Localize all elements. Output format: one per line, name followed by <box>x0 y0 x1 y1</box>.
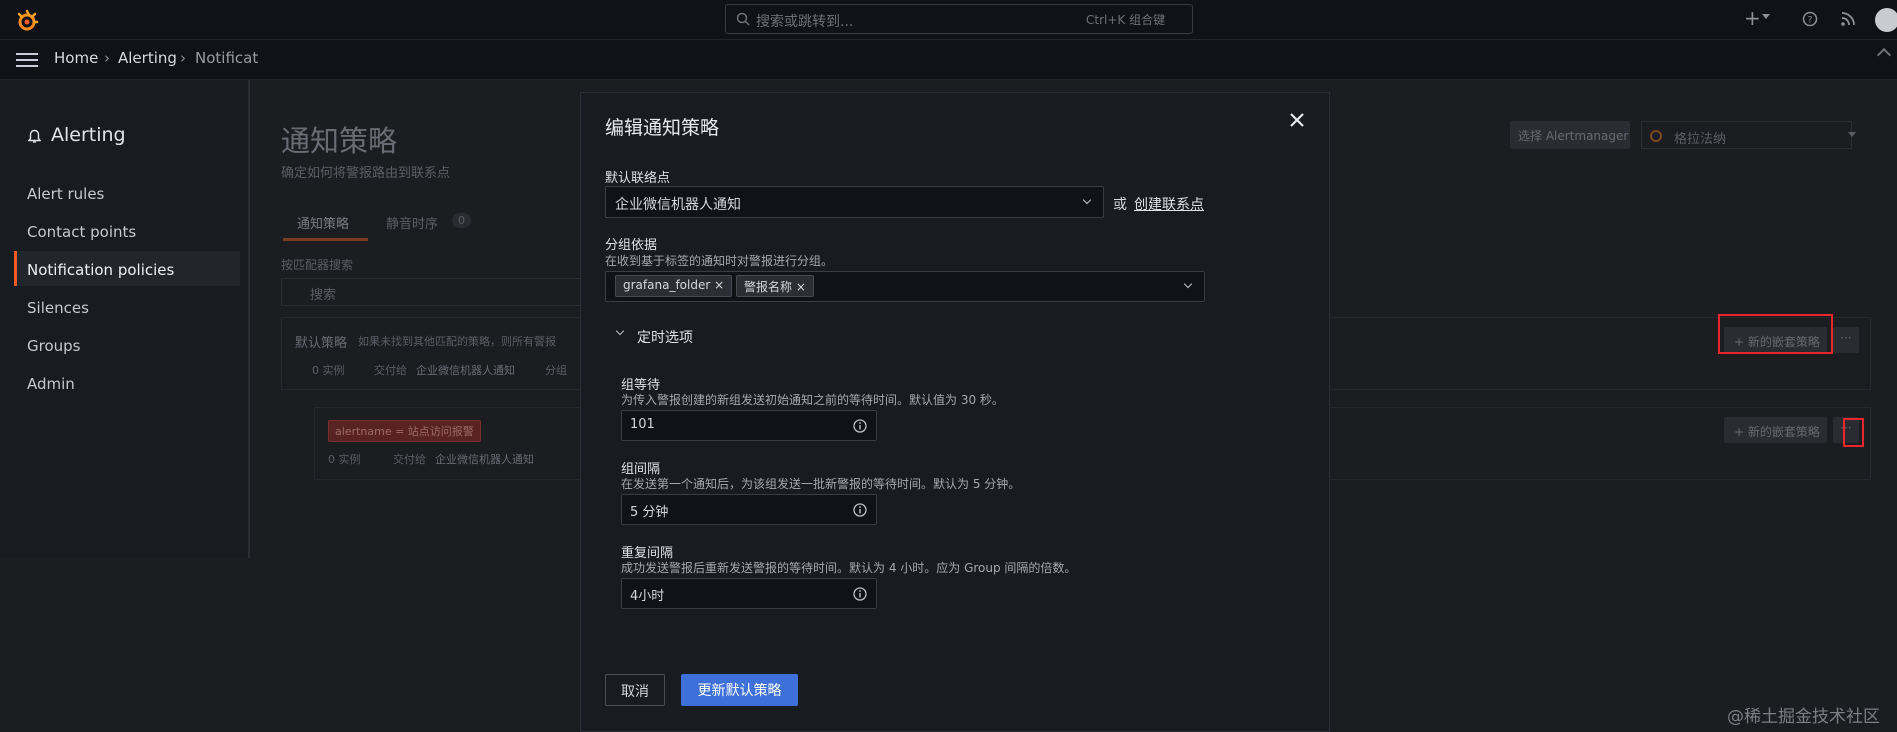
sidebar <box>0 80 250 558</box>
remove-tag-icon[interactable]: × <box>714 278 724 292</box>
modal-title: 编辑通知策略 <box>605 117 720 139</box>
remove-tag-icon[interactable]: × <box>796 280 806 294</box>
default-policy-delivered: 交付给 <box>374 364 407 377</box>
info-icon[interactable] <box>853 419 867 433</box>
user-avatar[interactable] <box>1875 8 1897 32</box>
tab-active-indicator <box>283 238 368 241</box>
default-contact-label: 默认联络点 <box>605 171 671 186</box>
default-policy-grouped: 分组 <box>545 364 567 377</box>
sidebar-item-silences[interactable]: Silences <box>27 299 89 317</box>
plus-icon: + <box>1734 425 1748 439</box>
matcher-search-label: 按匹配器搜索 <box>281 258 354 272</box>
breadcrumb-separator: › <box>104 49 110 67</box>
sidebar-item-notification-policies[interactable]: Notification policies <box>27 261 174 279</box>
default-policy-desc: 如果未找到其他匹配的策略，则所有警报 <box>358 335 556 348</box>
group-by-multiselect[interactable]: grafana_folder × 警报名称 × <box>605 271 1205 302</box>
or-text: 或 <box>1113 197 1127 213</box>
group-wait-desc: 为传入警报创建的新组发送初始通知之前的等待时间。默认值为 30 秒。 <box>621 393 1004 407</box>
add-new-button[interactable]: + <box>1744 6 1761 30</box>
sidebar-title: Alerting <box>51 124 126 146</box>
breadcrumb-bar <box>0 40 1897 80</box>
more-actions-button[interactable]: ··· <box>1833 327 1859 353</box>
default-policy-instances: 0 实例 <box>312 364 345 377</box>
sidebar-item-groups[interactable]: Groups <box>27 337 80 355</box>
tab-policies[interactable]: 通知策略 <box>297 213 349 232</box>
create-contact-link[interactable]: 创建联系点 <box>1134 194 1204 214</box>
menu-toggle-icon[interactable] <box>16 53 38 67</box>
breadcrumb-alerting[interactable]: Alerting <box>118 49 177 67</box>
news-rss-icon[interactable] <box>1840 11 1856 27</box>
tag-label: grafana_folder <box>623 278 711 292</box>
info-icon[interactable] <box>853 587 867 601</box>
new-nested-label: 新的嵌套策略 <box>1747 425 1820 439</box>
group-interval-desc: 在发送第一个通知后，为该组发送一批新警报的等待时间。默认为 5 分钟。 <box>621 477 1021 491</box>
nested-policy-delivered: 交付给 <box>393 453 426 466</box>
alertmanager-select[interactable]: 格拉法纳 <box>1641 121 1852 149</box>
matcher-search-input[interactable]: 搜索 <box>281 278 581 306</box>
group-interval-value: 5 分钟 <box>630 505 669 520</box>
chevron-down-icon <box>1762 14 1770 19</box>
sidebar-item-alert-rules[interactable]: Alert rules <box>27 185 104 203</box>
group-wait-value: 101 <box>630 417 655 432</box>
timing-options-toggle[interactable]: 定时选项 <box>605 324 725 348</box>
breadcrumb-home[interactable]: Home <box>54 49 98 67</box>
highlight-box <box>1843 418 1864 447</box>
matcher-search-placeholder: 搜索 <box>310 288 337 303</box>
default-policy-card: 默认策略 如果未找到其他匹配的策略，则所有警报 0 实例 交付给 企业微信机器人… <box>281 317 581 390</box>
alertmanager-label: 选择 Alertmanager <box>1510 121 1630 149</box>
svg-text:?: ? <box>1808 16 1813 26</box>
group-wait-input[interactable]: 101 <box>621 410 877 441</box>
default-contact-value: 企业微信机器人通知 <box>615 197 741 213</box>
grafana-logo-icon[interactable] <box>14 8 40 34</box>
update-default-policy-button[interactable]: 更新默认策略 <box>681 674 798 706</box>
nested-policy-card: alertname = 站点访问报警 0 实例 交付给 企业微信机器人通知 <box>314 407 581 480</box>
help-icon[interactable]: ? <box>1802 11 1818 27</box>
group-by-label: 分组依据 <box>605 238 658 253</box>
repeat-interval-value: 4小时 <box>630 589 665 604</box>
sidebar-item-contact-points[interactable]: Contact points <box>27 223 136 241</box>
chevron-down-icon <box>615 326 625 336</box>
new-nested-policy-button[interactable]: + 新的嵌套策略 <box>1724 417 1827 443</box>
repeat-interval-input[interactable]: 4小时 <box>621 578 877 609</box>
breadcrumb-separator: › <box>180 49 186 67</box>
chevron-down-icon <box>1183 279 1193 289</box>
tag-label: 警报名称 <box>744 280 793 294</box>
highlight-box <box>1718 314 1833 354</box>
group-by-desc: 在收到基于标签的通知时对警报进行分组。 <box>605 254 834 268</box>
watermark: @稀土掘金技术社区 <box>1727 707 1880 727</box>
close-icon[interactable] <box>1287 110 1307 130</box>
keyboard-shortcut-hint: Ctrl+K 组合键 <box>1086 13 1166 27</box>
mute-count-badge: 0 <box>452 213 471 228</box>
default-policy-title: 默认策略 <box>295 336 348 351</box>
nested-policy-instances: 0 实例 <box>328 453 361 466</box>
chevron-down-icon <box>1848 132 1856 137</box>
group-interval-input[interactable]: 5 分钟 <box>621 494 877 525</box>
timing-options-label: 定时选项 <box>637 330 693 346</box>
page-subtitle: 确定如何将警报路由到联系点 <box>281 166 451 181</box>
sidebar-item-admin[interactable]: Admin <box>27 375 75 393</box>
search-placeholder: 搜索或跳转到... <box>756 14 854 30</box>
default-contact-select[interactable]: 企业微信机器人通知 <box>605 186 1104 218</box>
group-by-tag: grafana_folder × <box>615 275 733 297</box>
grafana-source-icon <box>1650 130 1662 142</box>
cancel-button[interactable]: 取消 <box>605 674 665 706</box>
info-icon[interactable] <box>853 503 867 517</box>
matcher-tag: alertname = 站点访问报警 <box>328 420 481 442</box>
tab-mute-timings[interactable]: 静音时序 <box>386 213 438 232</box>
global-search[interactable]: 搜索或跳转到... Ctrl+K 组合键 <box>725 4 1193 34</box>
nested-policy-contact: 企业微信机器人通知 <box>435 453 534 466</box>
chevron-down-icon <box>1082 195 1092 205</box>
page-title: 通知策略 <box>281 124 398 158</box>
search-icon <box>736 12 750 26</box>
bell-icon <box>28 129 41 143</box>
breadcrumb-current: Notificat <box>195 49 259 67</box>
default-policy-contact: 企业微信机器人通知 <box>416 364 515 377</box>
group-by-tag: 警报名称 × <box>736 275 814 297</box>
repeat-interval-desc: 成功发送警报后重新发送警报的等待时间。默认为 4 小时。应为 Group 间隔的… <box>621 561 1077 575</box>
